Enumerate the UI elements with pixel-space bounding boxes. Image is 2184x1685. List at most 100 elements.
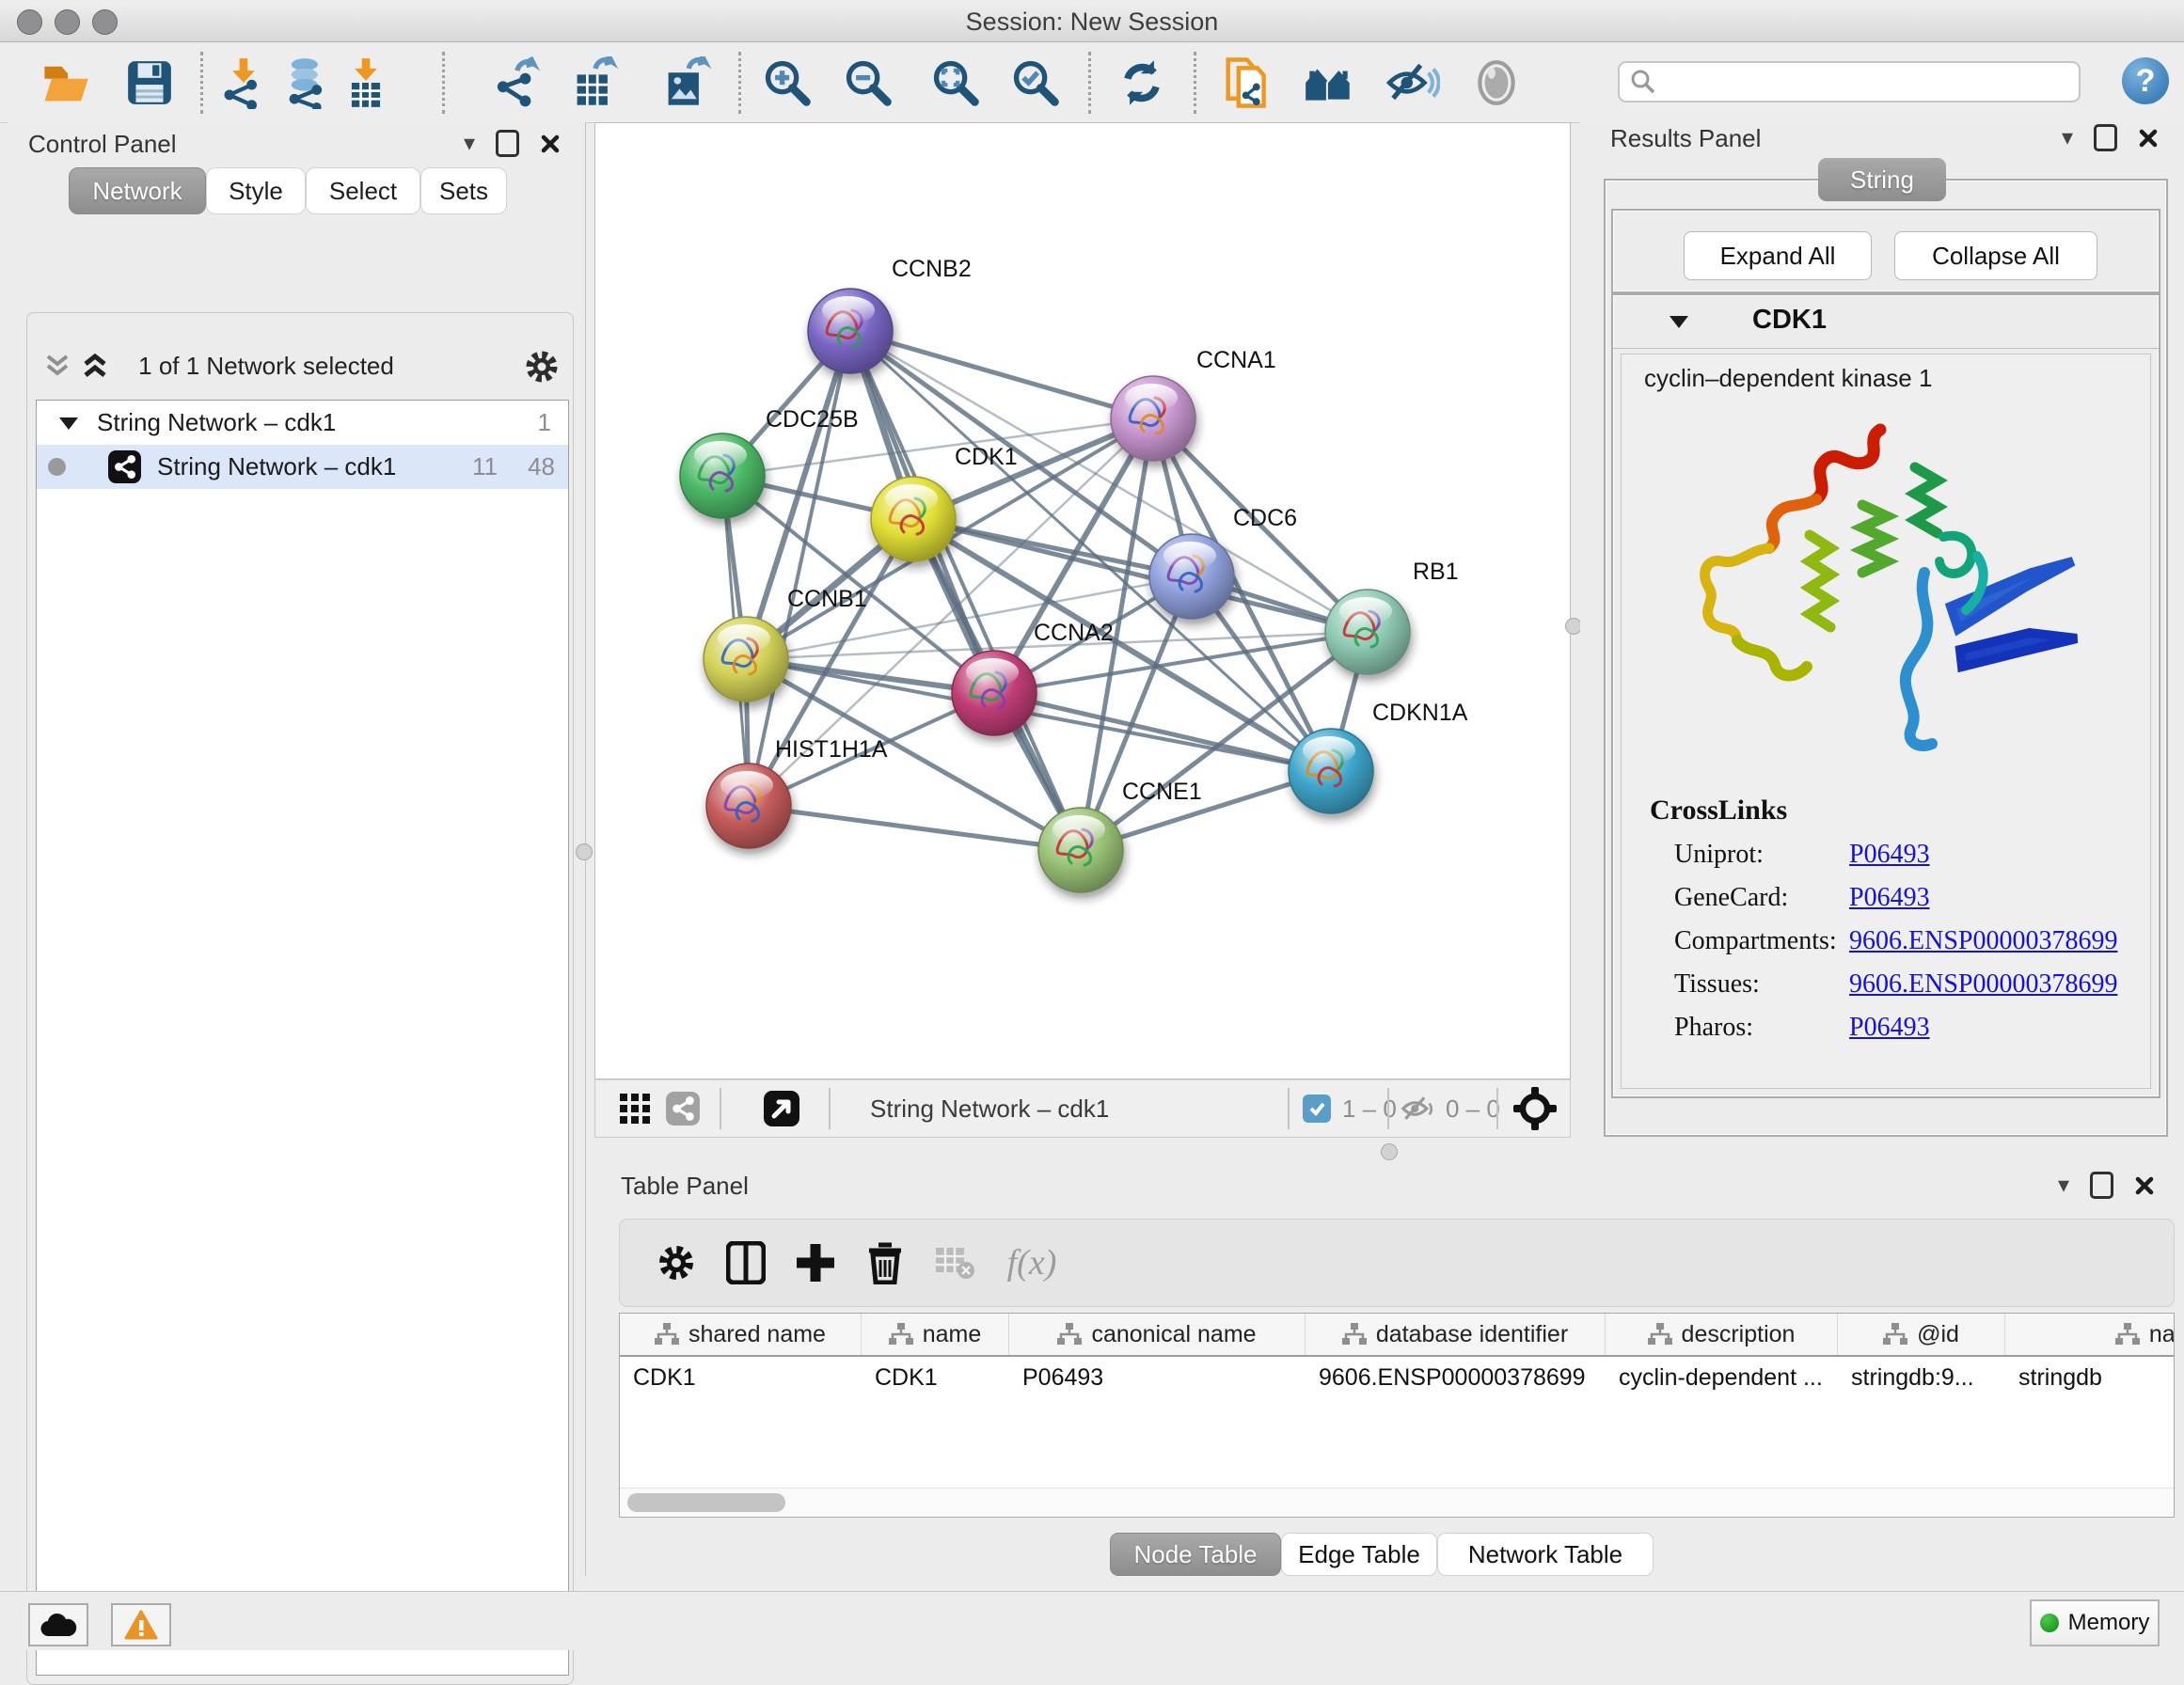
function-builder-icon[interactable]: f(x) xyxy=(994,1220,1069,1306)
tab-style[interactable]: Style xyxy=(206,167,306,214)
gray-orb-icon[interactable] xyxy=(1469,55,1524,110)
hidden-eye-icon[interactable] xyxy=(1401,1094,1434,1124)
zoom-fit-icon[interactable] xyxy=(928,55,983,110)
left-splitter-handle[interactable] xyxy=(576,843,593,860)
export-network-icon[interactable] xyxy=(492,55,546,110)
tree-expand-icon[interactable] xyxy=(57,414,80,433)
edge-ccnb2-ccna1[interactable] xyxy=(850,331,1153,418)
node-ccnb2[interactable] xyxy=(808,289,893,373)
tab-network-table[interactable]: Network Table xyxy=(1437,1533,1654,1576)
hide-glass-eye-icon[interactable] xyxy=(1385,55,1440,110)
warning-icon[interactable] xyxy=(111,1603,171,1646)
node-ccna2[interactable] xyxy=(952,651,1037,735)
search-input[interactable] xyxy=(1618,61,2081,102)
gear-icon[interactable] xyxy=(523,348,561,386)
node-cdc6[interactable] xyxy=(1149,534,1234,619)
column-header-namespace[interactable]: namespace xyxy=(2005,1314,2175,1355)
table-cell[interactable]: CDK1 xyxy=(862,1357,1009,1398)
export-table-icon[interactable] xyxy=(568,55,623,110)
delete-table-icon[interactable] xyxy=(926,1220,983,1306)
column-header-description[interactable]: description xyxy=(1606,1314,1838,1355)
edge-ccnb2-ccne1[interactable] xyxy=(850,331,1081,850)
expand-all-button[interactable]: Expand All xyxy=(1684,231,1872,280)
column-header-canonical-name[interactable]: canonical name xyxy=(1009,1314,1306,1355)
node-cdc25b[interactable] xyxy=(680,433,765,518)
network-collection-row[interactable]: String Network – cdk1 1 xyxy=(37,401,568,445)
table-row[interactable]: CDK1CDK1P064939606.ENSP00000378699cyclin… xyxy=(620,1357,2175,1398)
memory-button[interactable]: Memory xyxy=(2030,1599,2160,1646)
node-hist1h1a[interactable] xyxy=(706,764,791,848)
delete-column-icon[interactable] xyxy=(857,1220,913,1306)
crosslink-link[interactable]: P06493 xyxy=(1849,1013,1930,1043)
tab-network[interactable]: Network xyxy=(69,167,206,214)
edge-ccnb2-hist1h1a[interactable] xyxy=(749,331,850,806)
table-cell[interactable]: cyclin-dependent ... xyxy=(1606,1357,1838,1398)
table-cell[interactable]: stringdb:9... xyxy=(1838,1357,2005,1398)
tab-node-table[interactable]: Node Table xyxy=(1110,1533,1281,1576)
table-cell[interactable]: stringdb xyxy=(2005,1357,2175,1398)
float-panel-icon[interactable] xyxy=(2090,1172,2113,1199)
import-table-icon[interactable] xyxy=(339,55,393,110)
column-header-database-identifier[interactable]: database identifier xyxy=(1306,1314,1606,1355)
node-table[interactable]: shared namenamecanonical namedatabase id… xyxy=(619,1313,2175,1518)
node-ccne1[interactable] xyxy=(1038,808,1123,892)
import-network-database-icon[interactable] xyxy=(279,55,334,110)
bottom-splitter-handle[interactable] xyxy=(1381,1143,1398,1160)
show-columns-icon[interactable] xyxy=(718,1220,774,1306)
collapse-panel-icon[interactable]: ▾ xyxy=(2062,127,2073,150)
collapse-panel-icon[interactable]: ▾ xyxy=(2058,1174,2069,1197)
gene-section-header[interactable]: CDK1 xyxy=(1613,295,2159,349)
close-panel-icon[interactable] xyxy=(2134,1175,2155,1196)
cloud-icon[interactable] xyxy=(28,1603,88,1646)
collapse-panel-icon[interactable]: ▾ xyxy=(464,133,475,155)
zoom-in-icon[interactable] xyxy=(760,55,815,110)
export-image-icon[interactable] xyxy=(659,55,714,110)
edge-ccna2-cdkn1a[interactable] xyxy=(994,693,1331,771)
collapse-all-button[interactable]: Collapse All xyxy=(1894,231,2097,280)
crosslink-link[interactable]: P06493 xyxy=(1849,840,1930,870)
tab-string[interactable]: String xyxy=(1818,158,1946,201)
tab-sets[interactable]: Sets xyxy=(420,167,507,214)
table-cell[interactable]: P06493 xyxy=(1009,1357,1306,1398)
network-share-view-icon[interactable] xyxy=(665,1080,701,1137)
scrollbar-thumb[interactable] xyxy=(627,1493,785,1512)
crosslink-link[interactable]: P06493 xyxy=(1849,883,1930,913)
import-network-file-icon[interactable] xyxy=(216,55,271,110)
save-session-icon[interactable] xyxy=(122,55,177,110)
table-cell[interactable]: CDK1 xyxy=(620,1357,862,1398)
column-header-name[interactable]: name xyxy=(862,1314,1009,1355)
node-rb1[interactable] xyxy=(1325,590,1410,674)
copy-network-icon[interactable] xyxy=(1222,55,1276,110)
float-panel-icon[interactable] xyxy=(2094,124,2117,151)
network-canvas[interactable]: CCNB2CCNA1CDC25BCDK1CDC6RB1CCNB1CCNA2CDK… xyxy=(594,122,1571,1079)
node-ccna1[interactable] xyxy=(1111,376,1195,461)
string-network-graph[interactable]: CCNB2CCNA1CDC25BCDK1CDC6RB1CCNB1CCNA2CDK… xyxy=(595,123,1570,1079)
close-panel-icon[interactable] xyxy=(540,134,561,154)
zoom-selected-icon[interactable] xyxy=(1008,55,1063,110)
crosslink-link[interactable]: 9606.ENSP00000378699 xyxy=(1849,969,2117,1000)
column-header-@id[interactable]: @id xyxy=(1838,1314,2005,1355)
section-collapse-icon[interactable] xyxy=(1668,312,1690,331)
open-in-window-icon[interactable] xyxy=(763,1080,800,1137)
horizontal-scrollbar[interactable] xyxy=(620,1488,2174,1517)
float-panel-icon[interactable] xyxy=(496,130,519,157)
string-home-icon[interactable] xyxy=(1302,55,1356,110)
refresh-icon[interactable] xyxy=(1115,55,1169,110)
table-gear-icon[interactable] xyxy=(648,1220,704,1306)
table-cell[interactable]: 9606.ENSP00000378699 xyxy=(1306,1357,1606,1398)
node-cdkn1a[interactable] xyxy=(1289,729,1373,813)
network-row-selected[interactable]: String Network – cdk1 11 48 xyxy=(37,445,568,489)
help-icon[interactable]: ? xyxy=(2122,57,2169,104)
tab-select[interactable]: Select xyxy=(306,167,420,214)
zoom-out-icon[interactable] xyxy=(841,55,895,110)
grid-view-icon[interactable] xyxy=(618,1080,652,1137)
node-cdk1[interactable] xyxy=(871,477,956,561)
open-session-icon[interactable] xyxy=(39,55,93,110)
node-ccnb1[interactable] xyxy=(704,617,788,701)
close-panel-icon[interactable] xyxy=(2138,128,2159,149)
birdseye-view-icon[interactable] xyxy=(1513,1080,1557,1137)
edge-hist1h1a-ccne1[interactable] xyxy=(749,806,1081,850)
column-header-shared-name[interactable]: shared name xyxy=(620,1314,862,1355)
crosslink-link[interactable]: 9606.ENSP00000378699 xyxy=(1849,926,2117,956)
add-column-icon[interactable] xyxy=(787,1220,844,1306)
